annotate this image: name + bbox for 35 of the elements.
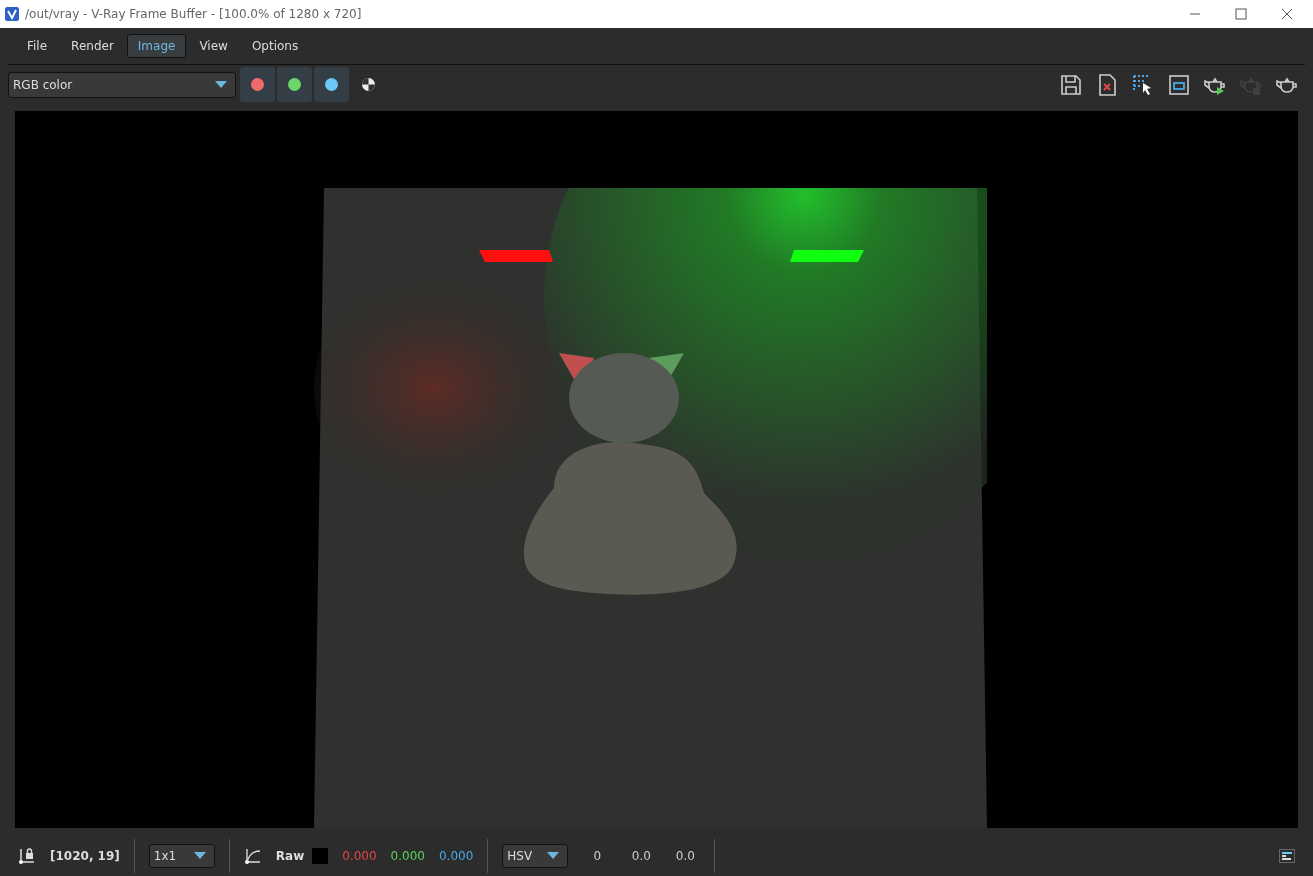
menu-item[interactable]: View xyxy=(188,33,239,58)
frame-icon xyxy=(1167,72,1191,97)
channel-toggle[interactable] xyxy=(240,67,275,103)
frame-button[interactable] xyxy=(1167,72,1191,97)
channel-toggle[interactable] xyxy=(277,67,312,103)
sample-size-dropdown[interactable]: 1x1 xyxy=(148,843,215,868)
channel-toggle[interactable] xyxy=(314,67,349,103)
close-icon[interactable] xyxy=(1281,7,1293,20)
save-icon xyxy=(1059,72,1083,97)
window-title: /out/vray - V-Ray Frame Buffer - [100.0% of 1280 x 720] xyxy=(25,6,362,21)
menu-item[interactable]: Image xyxy=(126,33,187,58)
channel-value: 0.000 xyxy=(390,848,425,863)
channel-dropdown[interactable]: RGB color xyxy=(8,71,236,98)
menu-item[interactable]: Render xyxy=(60,33,125,58)
color-space-dropdown[interactable]: HSV xyxy=(502,843,569,868)
app-logo-icon xyxy=(5,6,19,21)
alpha-icon xyxy=(362,78,375,92)
caret-icon xyxy=(215,80,227,89)
caret-icon xyxy=(193,851,206,860)
caret-icon xyxy=(547,851,560,860)
menu-item[interactable]: File xyxy=(16,33,59,58)
color-mode-label: Raw xyxy=(275,848,305,863)
color-swatch xyxy=(312,847,329,864)
pixel-coordinates: [1020, 19] xyxy=(50,848,120,863)
channel-value: 0.000 xyxy=(342,848,377,863)
save-button[interactable] xyxy=(1059,72,1083,97)
hsv-value: 0.0 xyxy=(630,848,652,863)
menu-item[interactable]: Options xyxy=(240,33,310,58)
hsv-value: 0 xyxy=(592,848,603,863)
pixel-lock-icon[interactable] xyxy=(18,846,36,865)
panel-toggle-icon[interactable] xyxy=(1279,848,1295,863)
hsv-value: 0.0 xyxy=(674,848,696,863)
channel-value: 0.000 xyxy=(438,848,474,863)
maximize-icon[interactable] xyxy=(1235,7,1247,20)
curve-icon[interactable] xyxy=(243,846,262,865)
